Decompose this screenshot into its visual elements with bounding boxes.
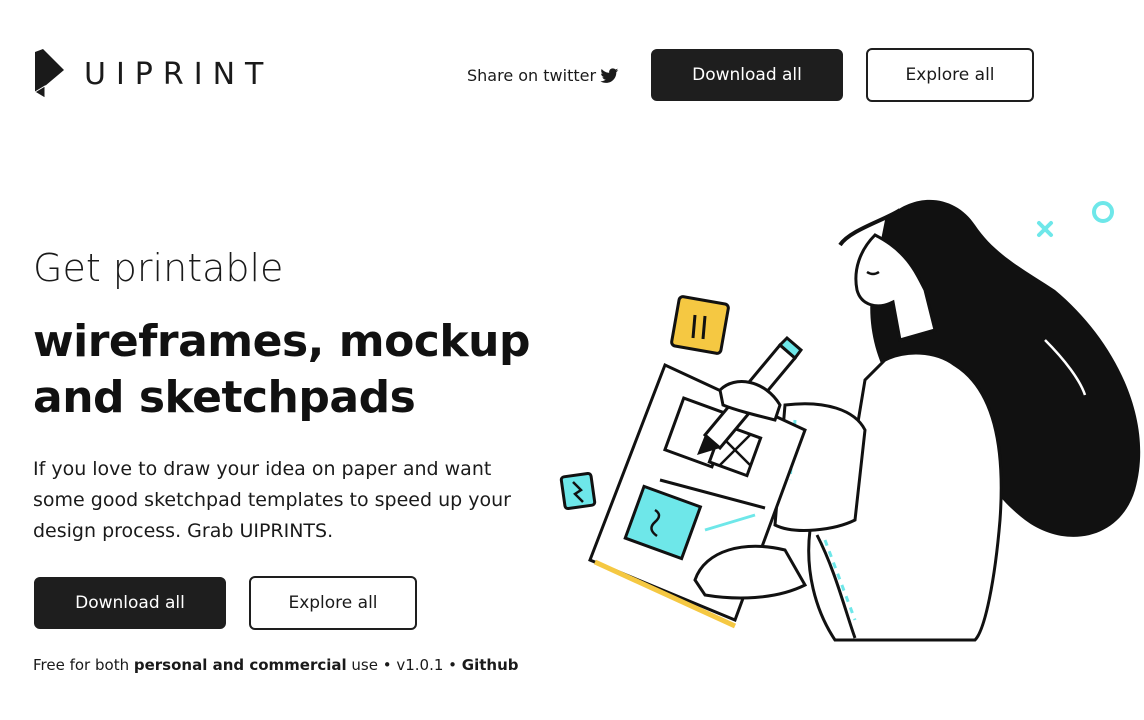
twitter-icon bbox=[600, 67, 619, 83]
hero-description: If you love to draw your idea on paper a… bbox=[33, 458, 511, 542]
share-on-twitter-link[interactable]: Share on twitter bbox=[467, 66, 619, 85]
decor-circle-icon bbox=[1092, 201, 1114, 223]
hero-pre-title: Get printable bbox=[33, 246, 284, 290]
woman-drawing-illustration bbox=[559, 199, 1141, 642]
hero-title: wireframes, mockup and sketchpads bbox=[33, 314, 530, 426]
hero-explore-all-button[interactable]: Explore all bbox=[249, 576, 417, 630]
hero-title-line-1: wireframes, mockup bbox=[33, 316, 530, 367]
brand-logo[interactable]: UIPRINT bbox=[33, 48, 273, 100]
footnote-text-1: Free for both bbox=[33, 656, 134, 674]
footnote-bold: personal and commercial bbox=[133, 656, 347, 674]
decor-x-icon bbox=[1037, 221, 1053, 237]
hero-title-line-2: and sketchpads bbox=[33, 372, 416, 423]
header-download-all-button[interactable]: Download all bbox=[651, 49, 843, 101]
share-label: Share on twitter bbox=[467, 66, 597, 85]
hero-download-all-button[interactable]: Download all bbox=[34, 577, 226, 629]
brand-name: UIPRINT bbox=[84, 56, 274, 92]
uiprint-logo-icon bbox=[34, 49, 64, 99]
github-link[interactable]: Github bbox=[462, 656, 519, 674]
footnote-text-2: use • v1.0.1 • bbox=[346, 656, 462, 674]
footnote: Free for both personal and commercial us… bbox=[33, 656, 519, 674]
header-explore-all-button[interactable]: Explore all bbox=[866, 48, 1034, 102]
